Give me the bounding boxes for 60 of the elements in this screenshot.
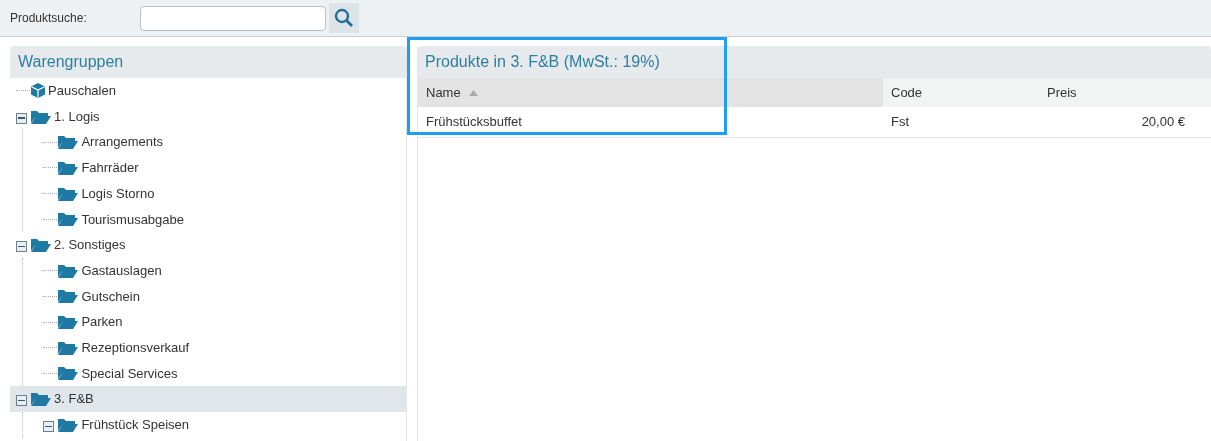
table-cell-text: Fst (890, 113, 911, 132)
folder-icon (30, 236, 52, 253)
folder-icon (30, 391, 52, 408)
table-row[interactable]: Frühstücksbuffet Fst 20,00 € (418, 107, 1211, 138)
search-label: Produktsuche: (10, 10, 88, 27)
tree-item-label: 2. Sonstiges (54, 236, 126, 255)
table-cell-text: Frühstücksbuffet (425, 113, 523, 132)
collapse-toggle[interactable] (43, 420, 55, 432)
tree-item-label: Gastauslagen (81, 261, 162, 280)
folder-icon (57, 416, 80, 433)
folder-icon (57, 262, 80, 279)
search-icon (334, 8, 354, 28)
column-header[interactable]: Name (418, 78, 883, 107)
tree-item[interactable]: Fahrräder (23, 155, 406, 181)
tree-item-label: Rezeptionsverkauf (81, 338, 190, 357)
tree-item[interactable]: Gastauslagen (23, 257, 406, 284)
collapse-toggle[interactable] (16, 112, 27, 124)
column-header[interactable]: Code (883, 78, 1039, 107)
column-header[interactable]: Preis (1039, 78, 1211, 107)
folder-icon (57, 288, 80, 305)
tree-item-label: Pauschalen (48, 82, 116, 101)
folder-icon (30, 108, 52, 125)
folder-icon (57, 211, 80, 228)
tree-item-label: Fahrräder (81, 159, 139, 178)
tree-item[interactable]: Tourismusabgabe (23, 206, 406, 233)
table-cell-text: 20,00 € (1140, 113, 1186, 132)
folder-icon (57, 159, 80, 176)
tree-item-label: Logis Storno (81, 184, 155, 203)
tree-item-label: Arrangements (81, 133, 164, 152)
tree-item[interactable]: Arrangements (23, 129, 406, 156)
tree-item[interactable]: 3. F&B (10, 386, 406, 412)
folder-icon (57, 185, 80, 202)
tree-item-label: Gutschein (81, 287, 140, 306)
folder-icon (57, 314, 80, 331)
tree-item-label: Tourismusabgabe (81, 210, 184, 229)
panel-title: Produkte in 3. F&B (MwSt.: 19%) (418, 46, 1211, 78)
tree-item[interactable]: Parken (23, 309, 406, 335)
tree-item-label: 1. Logis (54, 107, 100, 126)
search-field[interactable] (140, 5, 326, 31)
tree-item[interactable]: 2. Sonstiges (10, 232, 406, 258)
tree-item[interactable]: 1. Logis (10, 103, 406, 130)
tree-item[interactable]: Special Services (23, 360, 406, 387)
collapse-toggle[interactable] (16, 395, 27, 407)
tree-item-label: Parken (81, 313, 123, 332)
tree-item-label: 3. F&B (54, 390, 94, 409)
tree-item[interactable]: Pauschalen (10, 78, 406, 104)
tree-item[interactable]: Gutschein (23, 283, 406, 310)
tree-item[interactable]: Frühstück Speisen (23, 411, 406, 438)
tree-item[interactable]: Rezeptionsverkauf (23, 334, 406, 361)
folder-icon (57, 339, 80, 356)
folder-icon (57, 365, 80, 382)
collapse-toggle[interactable] (16, 240, 27, 252)
tree-item-label: Frühstück Speisen (81, 416, 190, 435)
tree-item-label: Special Services (81, 364, 178, 383)
panel-title: Warengruppen (10, 46, 406, 78)
tree-item[interactable]: Logis Storno (23, 180, 406, 207)
sort-ascending-icon (468, 89, 478, 96)
search-button[interactable] (329, 3, 359, 33)
folder-icon (57, 134, 80, 151)
cube-icon (30, 82, 46, 100)
